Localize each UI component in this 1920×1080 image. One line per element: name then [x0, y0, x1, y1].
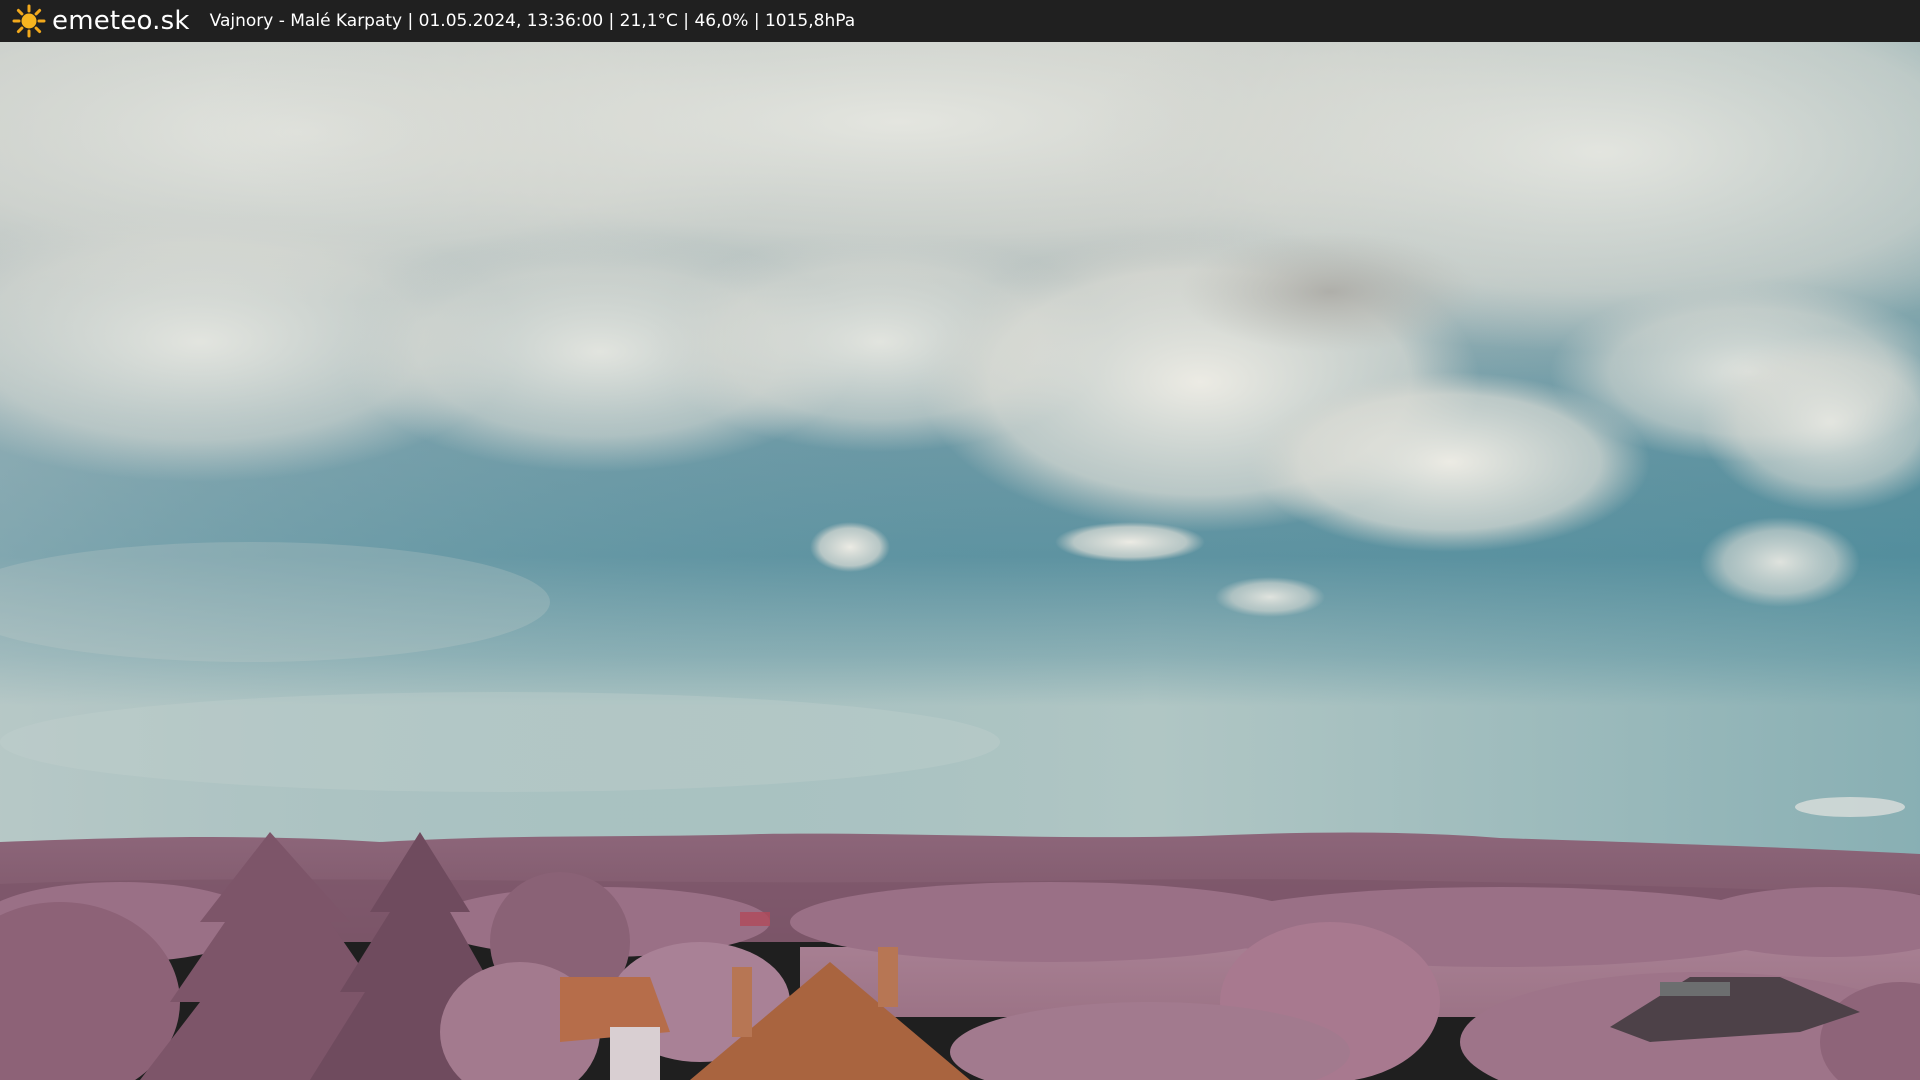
webcam-page: emeteo.sk Vajnory - Malé Karpaty | 01.05…: [0, 0, 1920, 1080]
sun-icon: [12, 4, 46, 38]
title-bar: emeteo.sk Vajnory - Malé Karpaty | 01.05…: [0, 0, 1920, 42]
webcam-image: [0, 42, 1920, 1080]
site-brand: emeteo.sk: [52, 6, 190, 36]
site-logo[interactable]: emeteo.sk: [12, 4, 190, 38]
station-caption: Vajnory - Malé Karpaty | 01.05.2024, 13:…: [209, 11, 856, 31]
